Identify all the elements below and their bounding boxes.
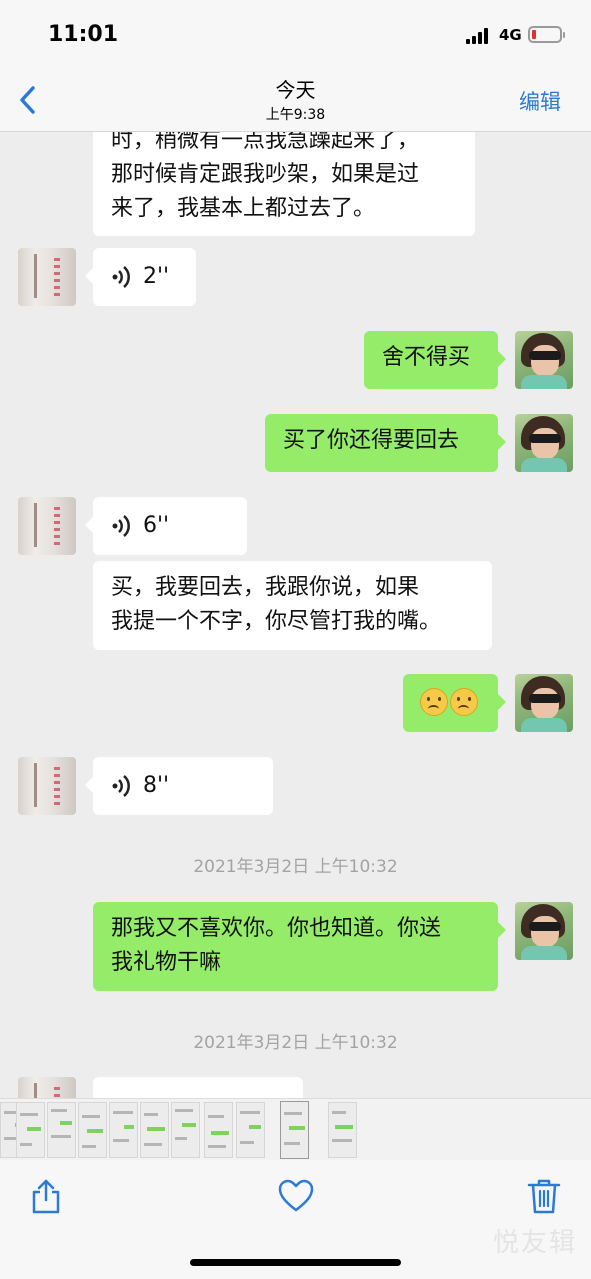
self-avatar[interactable] [515,902,573,960]
network-type: 4G [499,26,522,44]
voice-wave-icon [112,515,130,537]
trash-icon[interactable] [524,1176,564,1216]
sad-face-icon [450,688,478,716]
thumbnail[interactable] [204,1102,233,1158]
thumbnail[interactable] [109,1102,138,1158]
contact-avatar[interactable] [18,497,76,555]
watermark: 悦友辑 [492,1228,577,1258]
self-avatar[interactable] [515,331,573,389]
status-bar: 11:01 4G [0,0,591,66]
message-bubble[interactable]: 买，我要回去，我跟你说，如果 我提一个不字，你尽管打我的嘴。 [93,561,492,650]
message-text: 舍不得买 [382,345,471,370]
message-line: 那时候肯定跟我吵架，如果是过 [111,162,420,187]
status-time: 11:01 [48,22,119,47]
page-subtitle: 上午9:38 [265,107,326,123]
share-icon[interactable] [26,1176,66,1216]
message-bubble[interactable]: 买了你还得要回去 [265,414,506,472]
thumbnail-strip[interactable] [0,1098,591,1161]
voice-duration: 6'' [143,513,170,538]
sad-face-icon [420,688,448,716]
thumbnail-selected[interactable] [280,1101,309,1159]
contact-avatar[interactable] [18,757,76,815]
voice-duration: 8'' [143,773,170,798]
heart-icon[interactable] [276,1176,316,1216]
thumbnail[interactable] [236,1102,265,1158]
thumbnail[interactable] [140,1102,169,1158]
edit-button[interactable]: 编辑 [519,86,561,116]
thumbnail[interactable] [78,1102,107,1158]
message-bubble[interactable]: 时，稍微有一点我急躁起来了， 那时候肯定跟我吵架，如果是过 来了，我基本上都过去… [93,132,475,236]
message-line: 来了，我基本上都过去了。 [111,196,376,221]
contact-avatar[interactable] [18,1077,76,1098]
self-avatar[interactable] [515,674,573,732]
page-title: 今天 [275,78,316,102]
message-bubble[interactable]: 那我又不喜欢你。你也知道。你送 我礼物干嘛 [93,902,506,991]
cellular-signal-icon [466,28,492,44]
voice-wave-icon [112,266,130,288]
thumbnail[interactable] [16,1102,45,1158]
home-indicator[interactable] [190,1259,401,1266]
message-text: 买了你还得要回去 [283,428,460,453]
message-line: 我礼物干嘛 [111,950,222,975]
message-timestamp: 2021年3月2日 上午10:32 [193,1033,398,1053]
chat-area: 时，稍微有一点我急躁起来了， 那时候肯定跟我吵架，如果是过 来了，我基本上都过去… [0,132,591,1098]
message-bubble[interactable] [93,1077,303,1098]
message-line: 我提一个不字，你尽管打我的嘴。 [111,609,442,634]
self-avatar[interactable] [515,414,573,472]
message-line: 那我又不喜欢你。你也知道。你送 [111,916,442,941]
voice-message[interactable]: 8'' [85,757,273,815]
message-line: 时，稍微有一点我急躁起来了， [111,132,420,153]
message-bubble[interactable]: 舍不得买 [364,331,506,389]
thumbnail[interactable] [328,1102,357,1158]
voice-message[interactable]: 6'' [85,497,247,555]
thumbnail[interactable] [47,1102,76,1158]
contact-avatar[interactable] [18,248,76,306]
message-line: 买，我要回去，我跟你说，如果 [111,575,420,600]
battery-icon [528,26,565,43]
thumbnail[interactable] [171,1102,200,1158]
emoji-message[interactable] [403,674,506,732]
voice-wave-icon [112,775,130,797]
voice-message[interactable]: 2'' [85,248,196,306]
message-timestamp: 2021年3月2日 上午10:32 [193,857,398,877]
voice-duration: 2'' [143,264,170,289]
navigation-bar: 今天 上午9:38 编辑 [0,66,591,132]
